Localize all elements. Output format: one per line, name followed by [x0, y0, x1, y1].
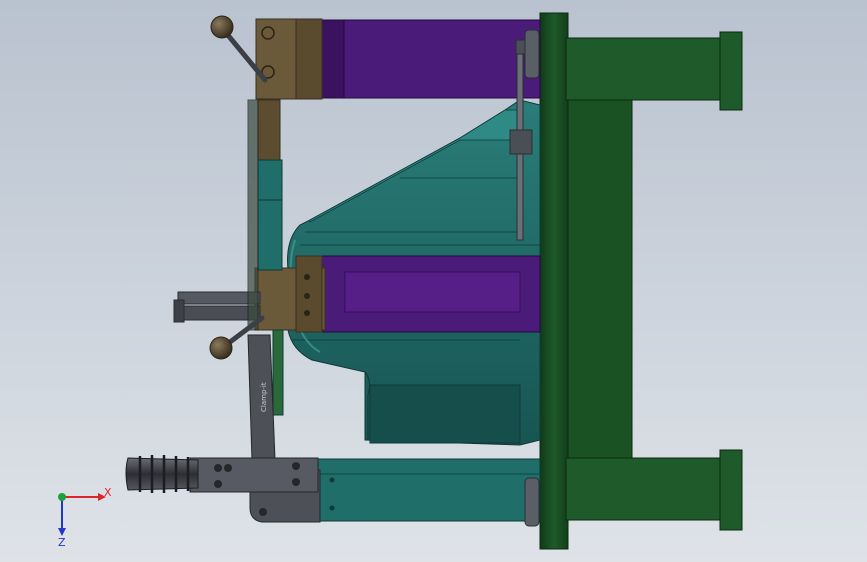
- clamp-head[interactable]: [189, 457, 319, 493]
- upper-purple-block[interactable]: [319, 19, 541, 99]
- frame-bottom-arm[interactable]: [565, 457, 725, 521]
- frame-bottom-foot[interactable]: [719, 449, 743, 531]
- base-frame[interactable]: [539, 12, 743, 550]
- clamp-plate[interactable]: [539, 12, 569, 550]
- knob[interactable]: [209, 336, 233, 360]
- knob[interactable]: [210, 15, 234, 39]
- cad-viewport[interactable]: Clamp-it X Z: [0, 0, 867, 562]
- frame-column[interactable]: [567, 99, 633, 459]
- teal-rail[interactable]: [257, 159, 283, 271]
- lower-teal-bar[interactable]: [317, 458, 541, 522]
- axis-z-label: Z: [58, 536, 66, 549]
- frame-top-arm[interactable]: [565, 37, 725, 101]
- clamp-brand-label: Clamp-it: [260, 382, 268, 412]
- mold-lower-block[interactable]: [369, 384, 521, 444]
- coordinate-triad-icon: X Z: [58, 486, 112, 549]
- upper-guide-post[interactable]: [257, 99, 281, 161]
- middle-slide-assembly[interactable]: [173, 255, 541, 333]
- axis-x-label: X: [104, 486, 112, 499]
- frame-top-foot[interactable]: [719, 31, 743, 111]
- green-strip[interactable]: [272, 329, 284, 416]
- mold-assembly-drawing[interactable]: Clamp-it X Z: [0, 0, 867, 562]
